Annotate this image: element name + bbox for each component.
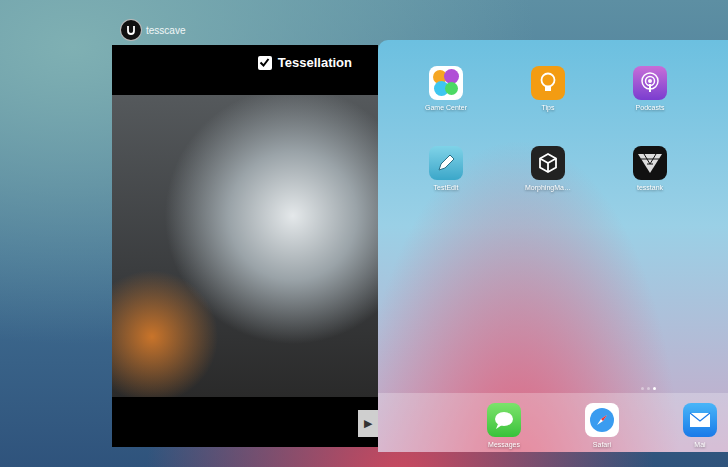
check-icon <box>259 57 270 68</box>
messages-icon[interactable] <box>487 403 521 437</box>
page-dot[interactable] <box>647 387 650 390</box>
app-icon[interactable]: MorphingMa… <box>497 146 599 192</box>
tesstank-icon[interactable] <box>633 146 667 180</box>
dock: MessagesSafariMai <box>378 393 728 452</box>
game-window[interactable]: Tessellation ▶ <box>112 45 378 447</box>
dock-app[interactable]: Safari <box>553 403 651 452</box>
tips-icon[interactable] <box>531 66 565 100</box>
game-center-icon[interactable] <box>429 66 463 100</box>
safari-icon[interactable] <box>585 403 619 437</box>
app-label[interactable]: tesscave <box>120 19 185 41</box>
pencil-icon[interactable] <box>429 146 463 180</box>
app-switcher: tesscave Tessellation ▶ Game CenterTipsPodc… <box>0 0 728 467</box>
mail-icon[interactable] <box>683 403 717 437</box>
app-icon[interactable]: Tips <box>497 66 599 112</box>
app-grid: Game CenterTipsPodcasts TestEditMorphingM… <box>378 40 728 192</box>
bottom-bar: ▶ <box>112 397 378 447</box>
page-dot[interactable] <box>641 387 644 390</box>
app-icon[interactable]: tesstank <box>599 146 701 192</box>
podcasts-icon[interactable] <box>633 66 667 100</box>
checkbox-box[interactable] <box>258 56 272 70</box>
top-bar: Tessellation <box>112 45 378 95</box>
home-screen-window[interactable]: Game CenterTipsPodcasts TestEditMorphingM… <box>378 40 728 452</box>
unreal-icon[interactable] <box>120 19 142 41</box>
page-dot[interactable] <box>653 387 656 390</box>
app-icon[interactable]: TestEdit <box>395 146 497 192</box>
game-view[interactable] <box>112 95 378 397</box>
app-icon[interactable]: Podcasts <box>599 66 701 112</box>
play-button[interactable]: ▶ <box>358 410 378 437</box>
unity-icon[interactable] <box>531 146 565 180</box>
dock-app[interactable]: Messages <box>455 403 553 452</box>
app-icon[interactable]: Game Center <box>395 66 497 112</box>
dock-app[interactable]: Mai <box>651 403 728 452</box>
tessellation-checkbox[interactable]: Tessellation <box>258 53 352 73</box>
